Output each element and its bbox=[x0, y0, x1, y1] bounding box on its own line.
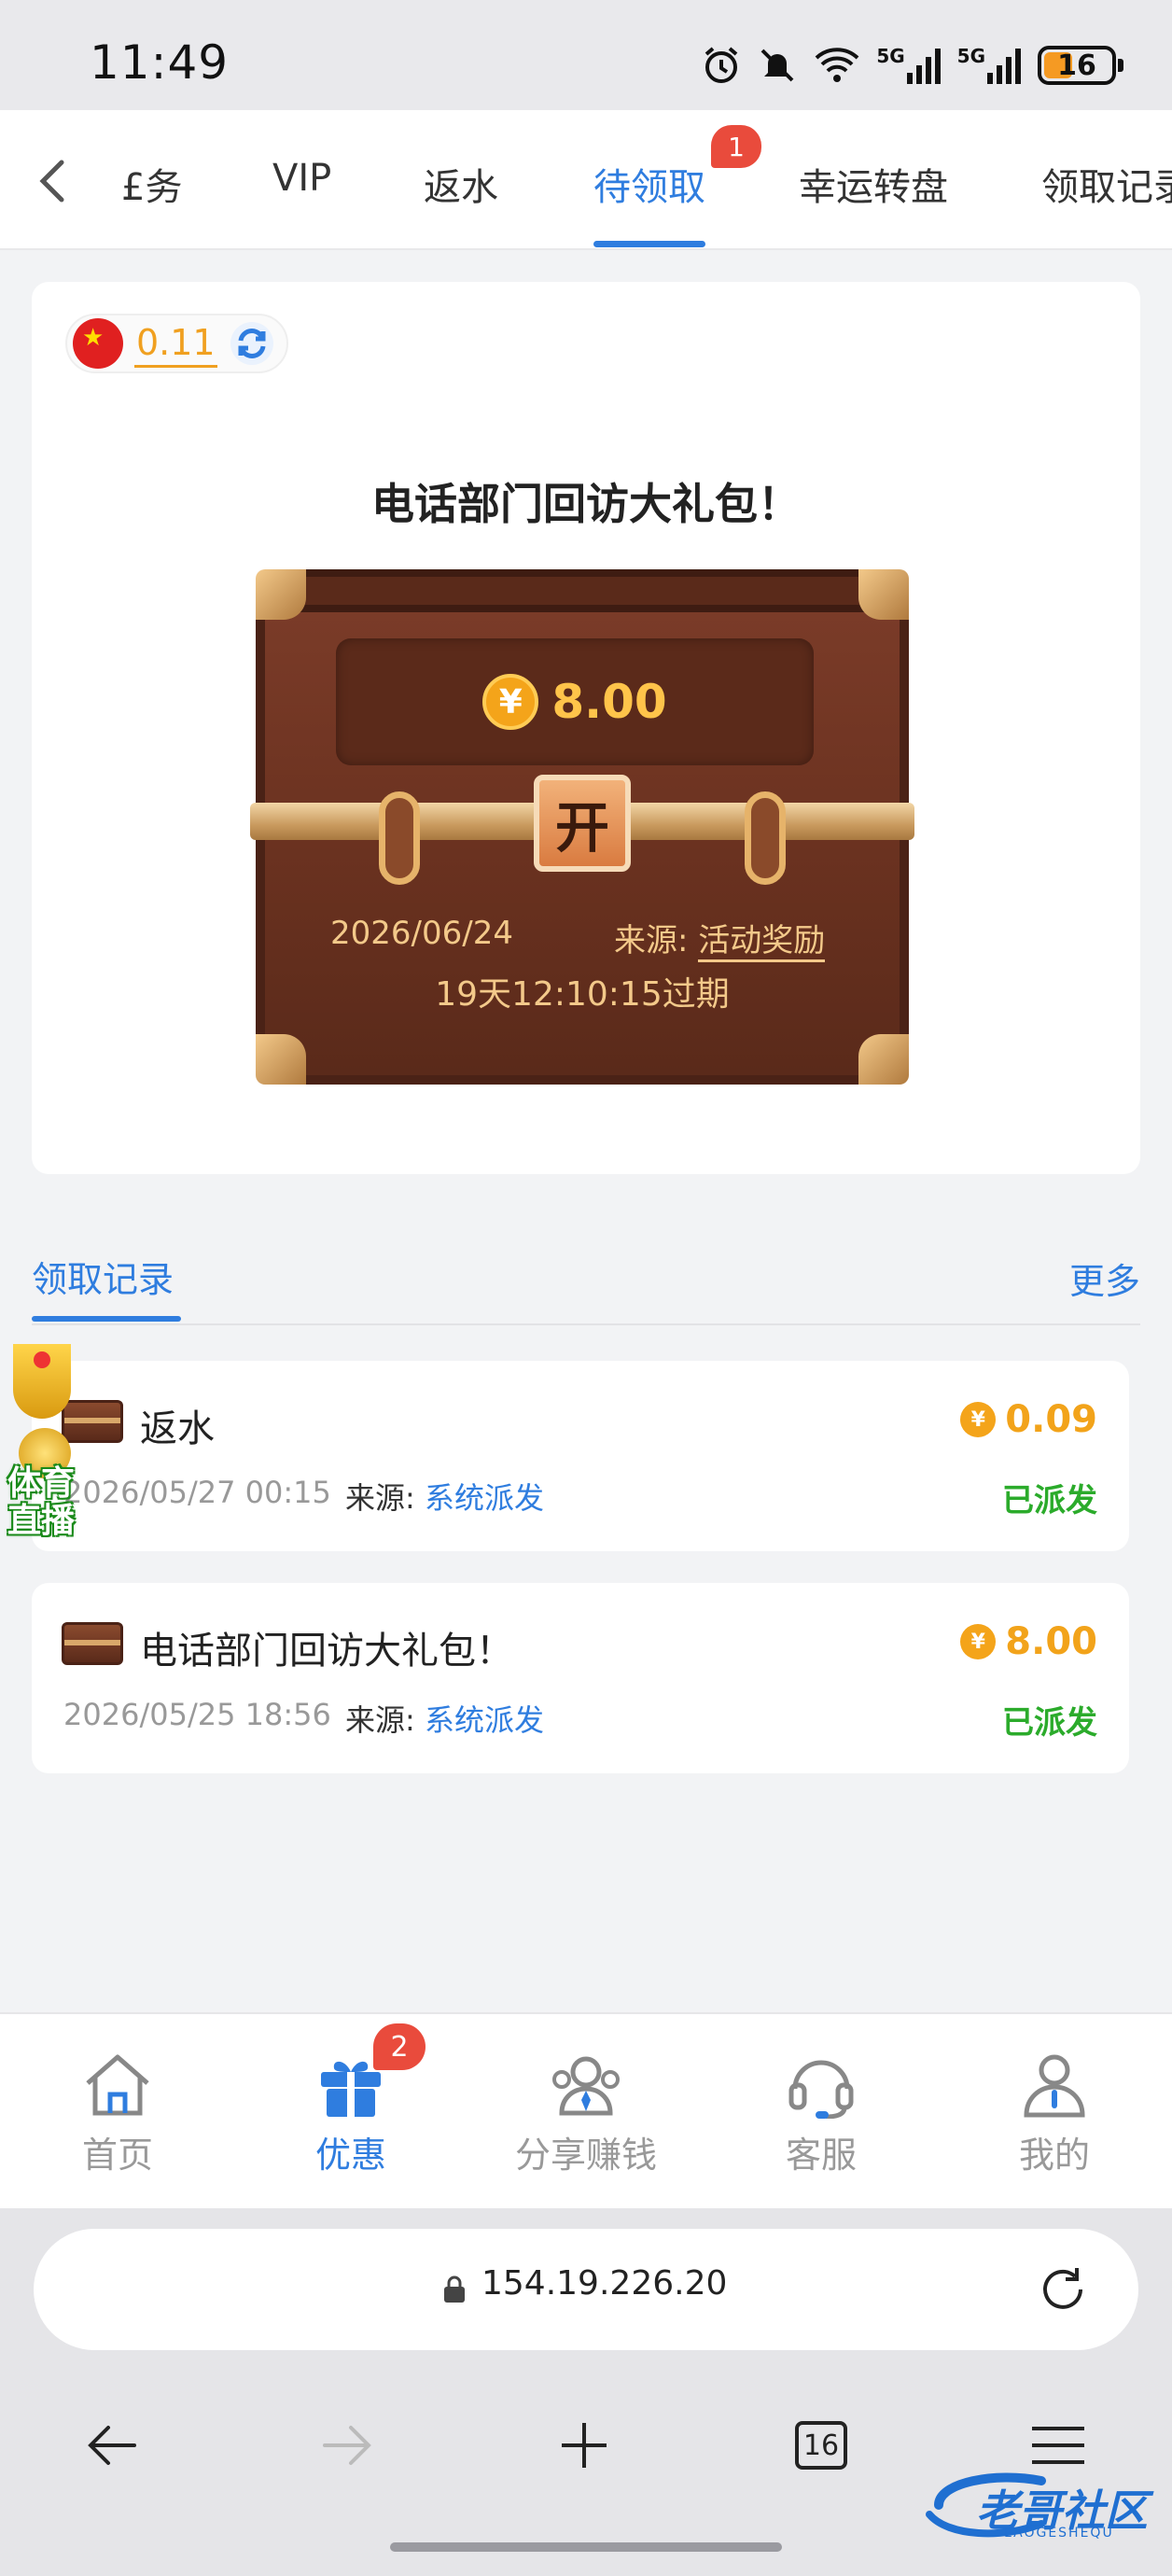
pending-badge: 1 bbox=[711, 125, 761, 168]
status-icons: 5G 5G 16 bbox=[701, 37, 1123, 93]
tab-count-icon: 16 bbox=[795, 2421, 847, 2470]
tab-claim-records[interactable]: 领取记录 bbox=[1041, 157, 1172, 211]
record-amount: ¥ 0.09 bbox=[960, 1398, 1097, 1441]
url-text: 154.19.226.20 bbox=[481, 2264, 728, 2303]
package-title: 电话部门回访大礼包！ bbox=[371, 479, 801, 529]
clasp-icon bbox=[745, 791, 786, 885]
battery-icon: 16 bbox=[1038, 46, 1123, 85]
records-header: 领取记录 更多 bbox=[0, 1213, 1172, 1329]
home-icon bbox=[86, 2054, 149, 2116]
signal-icon-1: 5G bbox=[876, 43, 942, 88]
chest-amount: 8.00 bbox=[551, 675, 667, 729]
user-icon bbox=[1024, 2054, 1085, 2118]
chest-amount-window: ¥ 8.00 bbox=[336, 638, 814, 765]
chest-lid bbox=[256, 569, 909, 612]
records-tab-indicator bbox=[32, 1316, 181, 1322]
divider bbox=[32, 1323, 1140, 1325]
new-tab-button[interactable] bbox=[547, 2408, 621, 2483]
record-amount: ¥ 8.00 bbox=[960, 1620, 1097, 1663]
record-source: 来源: 系统派发 bbox=[345, 1702, 544, 1738]
record-source: 来源: 系统派发 bbox=[345, 1480, 544, 1516]
sports-live-float-button[interactable]: 体育 直播 bbox=[0, 1344, 82, 1540]
chest-icon bbox=[62, 1622, 123, 1665]
tab-task[interactable]: £务 bbox=[121, 157, 182, 211]
arrow-left-icon bbox=[88, 2426, 136, 2465]
nav-share-earn[interactable]: 分享赚钱 bbox=[502, 2051, 670, 2177]
gift-package-card: ★ 0.11 电话部门回访大礼包！ ¥ 8.00 开 2026/06/24 来源… bbox=[32, 282, 1140, 1174]
back-button[interactable] bbox=[28, 157, 77, 205]
status-time: 11:49 bbox=[90, 35, 230, 90]
chest-corner bbox=[858, 569, 909, 620]
browser-back-button[interactable] bbox=[75, 2408, 149, 2483]
nav-profile[interactable]: 我的 bbox=[970, 2051, 1138, 2177]
menu-icon bbox=[1032, 2427, 1084, 2464]
record-date: 2026/05/25 18:56 bbox=[63, 1697, 331, 1732]
share-icon bbox=[552, 2056, 620, 2116]
chest-corner bbox=[256, 569, 306, 620]
nav-home[interactable]: 首页 bbox=[34, 2051, 202, 2177]
top-tab-bar: £务 VIP 返水 待领取 幸运转盘 领取记录 1 bbox=[0, 110, 1172, 250]
bottom-nav: 首页 优惠 2 分享赚钱 客服 我的 bbox=[0, 2012, 1172, 2208]
record-date: 2026/05/27 00:15 bbox=[63, 1475, 331, 1510]
sports-live-label: 体育 直播 bbox=[7, 1464, 75, 1540]
open-chest-button[interactable]: 开 bbox=[534, 775, 631, 872]
status-bar: 11:49 5G 5G 16 bbox=[0, 0, 1172, 110]
yuan-coin-icon: ¥ bbox=[960, 1402, 997, 1437]
promotions-badge: 2 bbox=[373, 2023, 426, 2070]
tabs-button[interactable]: 16 bbox=[784, 2408, 858, 2483]
chest-corner bbox=[858, 1034, 909, 1085]
clasp-icon bbox=[379, 791, 420, 885]
chest-corner bbox=[256, 1034, 306, 1085]
alarm-icon bbox=[701, 43, 742, 88]
watermark-logo: 老哥社区 LAOGESHEQU bbox=[911, 2468, 1155, 2548]
yuan-coin-icon: ¥ bbox=[482, 674, 539, 730]
home-indicator bbox=[390, 2542, 782, 2552]
signal-icon-2: 5G bbox=[957, 43, 1023, 88]
record-name: 电话部门回访大礼包！ bbox=[140, 1630, 513, 1673]
more-link[interactable]: 更多 bbox=[1069, 1253, 1140, 1304]
plus-icon bbox=[562, 2423, 607, 2468]
record-item[interactable]: 返水 2026/05/27 00:15 来源: 系统派发 ¥ 0.09 已派发 bbox=[32, 1361, 1129, 1551]
browser-chrome: 154.19.226.20 16 老哥社区 LAOGESHEQU bbox=[0, 2208, 1172, 2576]
address-bar[interactable]: 154.19.226.20 bbox=[34, 2229, 1138, 2350]
trophy-icon bbox=[13, 1344, 71, 1419]
chest-source: 来源: 活动奖励 bbox=[614, 915, 826, 962]
tab-rebate[interactable]: 返水 bbox=[424, 157, 498, 211]
record-status: 已派发 bbox=[1002, 1704, 1097, 1742]
yuan-coin-icon: ¥ bbox=[960, 1624, 997, 1659]
chest-date: 2026/06/24 bbox=[330, 915, 513, 952]
wifi-icon bbox=[813, 43, 861, 88]
tab-vip[interactable]: VIP bbox=[272, 157, 331, 200]
chevron-left-icon bbox=[39, 160, 64, 203]
active-tab-indicator bbox=[593, 241, 705, 247]
treasure-chest[interactable]: ¥ 8.00 开 2026/06/24 来源: 活动奖励 19天12:10:15… bbox=[250, 562, 942, 1094]
reload-icon[interactable] bbox=[1034, 2261, 1092, 2318]
record-item[interactable]: 电话部门回访大礼包！ 2026/05/25 18:56 来源: 系统派发 ¥ 8… bbox=[32, 1583, 1129, 1773]
refresh-icon[interactable] bbox=[229, 320, 275, 367]
china-flag-icon: ★ bbox=[73, 318, 123, 369]
browser-forward-button[interactable] bbox=[310, 2408, 384, 2483]
arrow-right-icon bbox=[323, 2426, 371, 2465]
tab-lucky-wheel[interactable]: 幸运转盘 bbox=[799, 157, 948, 211]
mute-icon bbox=[757, 43, 798, 88]
record-status: 已派发 bbox=[1002, 1482, 1097, 1519]
records-tab[interactable]: 领取记录 bbox=[32, 1251, 174, 1302]
headset-icon bbox=[788, 2060, 854, 2120]
nav-customer-service[interactable]: 客服 bbox=[737, 2051, 905, 2177]
tab-pending[interactable]: 待领取 bbox=[593, 157, 705, 211]
nav-promotions[interactable]: 优惠 bbox=[267, 2051, 435, 2177]
chest-source-link[interactable]: 活动奖励 bbox=[698, 922, 826, 962]
balance-pill: ★ 0.11 bbox=[65, 314, 288, 373]
chest-expire-countdown: 19天12:10:15过期 bbox=[435, 975, 730, 1014]
balance-value: 0.11 bbox=[134, 320, 217, 368]
lock-icon bbox=[444, 2275, 465, 2303]
record-name: 返水 bbox=[140, 1407, 215, 1450]
